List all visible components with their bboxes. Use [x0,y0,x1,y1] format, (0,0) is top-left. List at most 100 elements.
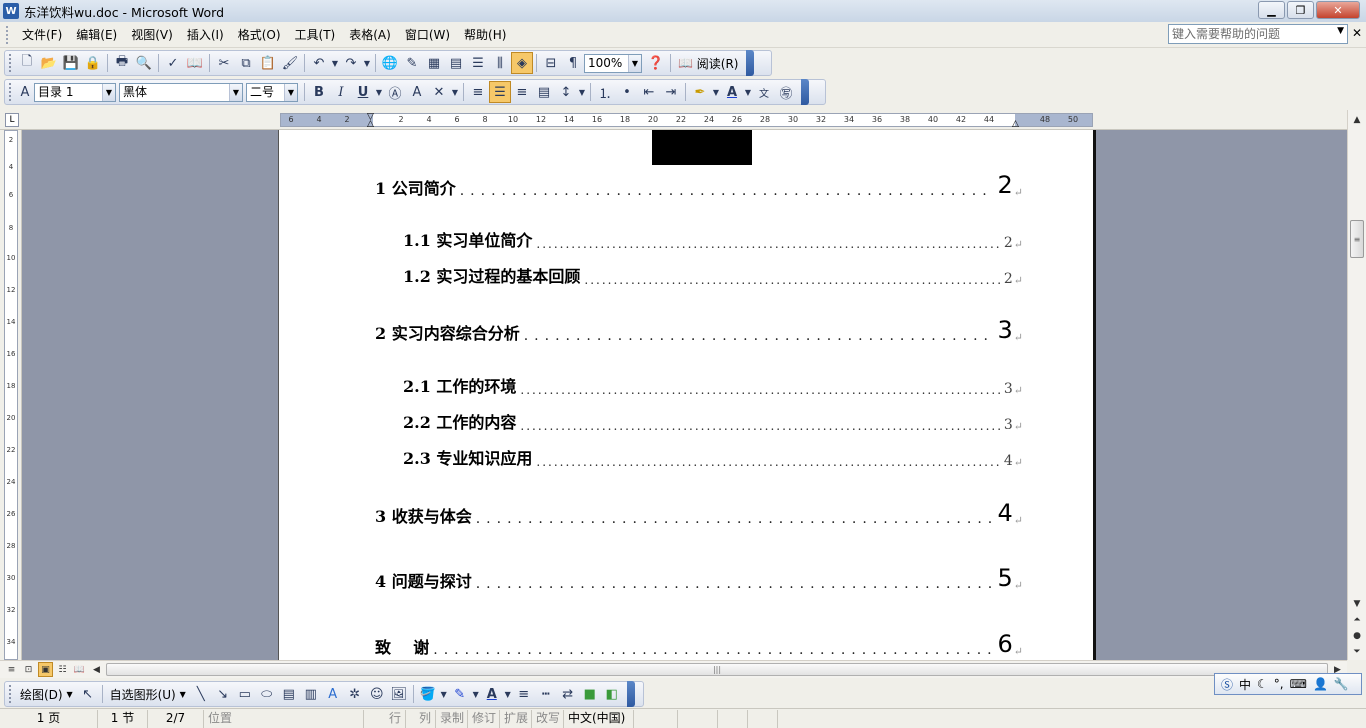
menu-format[interactable]: 格式(O) [231,24,288,46]
toc-entry[interactable]: 致 谢 ....................................… [375,630,1023,658]
reading-layout-icon[interactable]: 📖 [72,662,87,677]
character-scale-dropdown-icon[interactable]: ▼ [450,81,460,103]
bold-icon[interactable]: B [308,81,330,103]
spelling-icon[interactable]: ✓ [162,52,184,74]
cut-icon[interactable]: ✂ [213,52,235,74]
redo-dropdown-icon[interactable]: ▼ [362,52,372,74]
ime-lang-toggle[interactable]: 中 [1239,676,1251,693]
close-document-icon[interactable]: ✕ [1352,26,1362,40]
tables-borders-icon[interactable]: ✎ [401,52,423,74]
restore-button[interactable]: ❐ [1287,1,1314,19]
scroll-down-icon[interactable]: ▼ [1349,596,1365,612]
character-shading-icon[interactable]: A [406,81,428,103]
autoshapes-menu-button[interactable]: 自选图形(U) ▼ [106,683,190,705]
scroll-up-icon[interactable]: ▲ [1349,112,1365,128]
toolbar-options-icon[interactable] [746,50,755,76]
hyperlink-icon[interactable]: 🌐 [379,52,401,74]
close-button[interactable]: ✕ [1316,1,1360,19]
toolbar-grip[interactable] [9,685,12,703]
highlight-dropdown-icon[interactable]: ▼ [711,81,721,103]
decrease-indent-icon[interactable]: ⇤ [638,81,660,103]
status-spelling[interactable] [634,709,678,728]
text-box-icon[interactable]: ▤ [278,683,300,705]
toolbar-grip[interactable] [9,54,12,72]
align-justify-icon[interactable]: ≡ [467,81,489,103]
save-icon[interactable]: 💾 [60,52,82,74]
underline-dropdown-icon[interactable]: ▼ [374,81,384,103]
help-dropdown-icon[interactable]: ▼ [1337,26,1344,36]
arrow-style-icon[interactable]: ⇄ [557,683,579,705]
drawing-icon[interactable]: ⫼ [489,52,511,74]
menu-help[interactable]: 帮助(H) [457,24,513,46]
menu-table[interactable]: 表格(A) [342,24,398,46]
style-select[interactable]: 目录 1 ▼ [34,82,116,102]
document-map-icon[interactable]: ◈ [511,52,533,74]
toc-entry[interactable]: 2.1 工作的环境 ..............................… [403,373,1023,397]
zoom-dropdown-icon[interactable]: ▼ [628,54,641,72]
arrow-icon[interactable]: ↘ [212,683,234,705]
wordart-icon[interactable]: A [322,683,344,705]
copy-icon[interactable]: ⧉ [235,52,257,74]
web-layout-icon[interactable]: ⊡ [21,662,36,677]
phonetic-guide-icon[interactable]: 文 [753,81,775,103]
zoom-select[interactable]: 100% ▼ [584,53,642,73]
paragraph-mark-icon[interactable]: ¶ [562,52,584,74]
permission-icon[interactable]: 🔒 [82,52,104,74]
redo-icon[interactable]: ↷ [340,52,362,74]
print-icon[interactable]: 🖶 [111,52,133,74]
increase-indent-icon[interactable]: ⇥ [660,81,682,103]
right-indent-marker[interactable]: △ [1012,119,1019,129]
status-language[interactable]: 中文(中国) [564,709,634,728]
undo-dropdown-icon[interactable]: ▼ [330,52,340,74]
document-page[interactable]: 1 公司简介 .................................… [278,130,1096,660]
bullets-icon[interactable]: • [616,81,638,103]
toolbar-grip[interactable] [9,83,12,101]
ime-settings-icon[interactable]: 🔧 [1334,677,1349,691]
ruler-strip[interactable]: 6 4 2 2 4 6 8 10 12 14 16 18 20 22 24 26… [280,112,1093,129]
status-record[interactable]: 录制 [436,709,468,728]
style-dropdown-icon[interactable]: ▼ [102,83,115,101]
status-overtype[interactable]: 改写 [532,709,564,728]
status-page-count[interactable]: 2/7 [148,709,204,728]
scroll-left-icon[interactable]: ◀ [89,662,104,677]
font-color-icon[interactable]: A [481,683,503,705]
ime-punctuation-icon[interactable]: °, [1274,677,1284,691]
distributed-icon[interactable]: ▤ [533,81,555,103]
outline-view-icon[interactable]: ☷ [55,662,70,677]
vertical-scrollbar[interactable]: ▲ ≡ ▼ ⏶ ● ⏷ [1347,110,1366,660]
status-track-changes[interactable]: 修订 [468,709,500,728]
minimize-button[interactable]: ▁ [1258,1,1285,19]
draw-menu-button[interactable]: 绘图(D) ▼ [16,683,77,705]
help-icon[interactable]: ❓ [645,52,667,74]
vertical-text-box-icon[interactable]: ▥ [300,683,322,705]
insert-picture-icon[interactable]: 🖼 [388,683,410,705]
font-color-icon[interactable]: A [721,81,743,103]
oval-icon[interactable]: ⬭ [256,683,278,705]
dash-style-icon[interactable]: ┅ [535,683,557,705]
line-spacing-icon[interactable]: ↕ [555,81,577,103]
numbering-icon[interactable]: ⒈ [594,81,616,103]
align-center-icon[interactable]: ☰ [489,81,511,103]
align-right-icon[interactable]: ≡ [511,81,533,103]
menu-file[interactable]: 文件(F) [15,24,69,46]
new-document-icon[interactable]: 🗋 [16,52,38,74]
status-section[interactable]: 1 节 [98,709,148,728]
styles-formatting-icon[interactable]: A [16,81,34,103]
character-scale-icon[interactable]: ✕ [428,81,450,103]
status-line[interactable]: 行 [364,709,406,728]
font-select[interactable]: 黑体 ▼ [119,82,243,102]
ime-moon-icon[interactable]: ☾ [1257,677,1268,691]
status-extend[interactable]: 扩展 [500,709,532,728]
select-browse-object-icon[interactable]: ● [1349,628,1365,644]
left-indent-marker[interactable]: △ [367,119,374,129]
columns-icon[interactable]: ☰ [467,52,489,74]
format-painter-icon[interactable]: 🖌 [279,52,301,74]
show-hide-icon[interactable]: ⊟ [540,52,562,74]
font-color-dropdown-icon[interactable]: ▼ [503,683,513,705]
character-border-icon[interactable]: Ⓐ [384,81,406,103]
underline-icon[interactable]: U [352,81,374,103]
toc-entry[interactable]: 1.2 实习过程的基本回顾 ..........................… [403,263,1023,287]
toolbar-options-icon[interactable] [801,79,809,105]
font-size-select[interactable]: 二号 ▼ [246,82,298,102]
menu-edit[interactable]: 编辑(E) [69,24,124,46]
